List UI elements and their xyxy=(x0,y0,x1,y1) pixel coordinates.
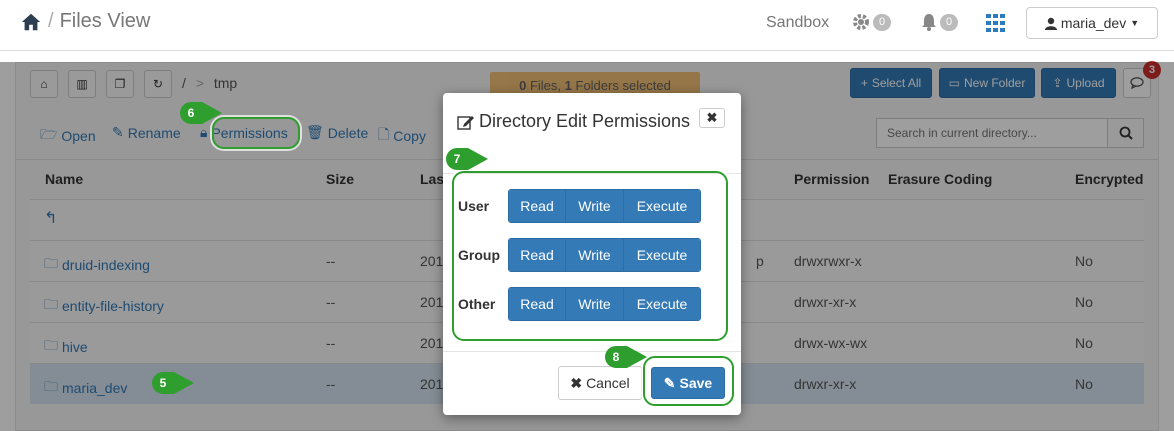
views-menu[interactable] xyxy=(986,14,1006,32)
dialog-title-text: Directory Edit Permissions xyxy=(479,111,691,131)
username: maria_dev xyxy=(1060,15,1127,31)
user-menu-button[interactable]: maria_dev ▼ xyxy=(1026,7,1158,39)
settings-indicator[interactable]: 0 xyxy=(851,12,892,32)
step-8-number: 8 xyxy=(612,350,620,364)
step-7-number: 7 xyxy=(453,152,461,166)
step-marker-6: 6 xyxy=(180,102,222,124)
footer-divider xyxy=(443,351,741,352)
step-marker-8: 8 xyxy=(605,346,647,368)
close-icon: ✖ xyxy=(570,374,583,391)
dialog-title: Directory Edit Permissions xyxy=(457,111,690,132)
grid-icon xyxy=(986,14,1005,32)
top-navbar: / Files View Sandbox 0 0 maria_dev ▼ xyxy=(0,0,1174,51)
caret-down-icon: ▼ xyxy=(1130,18,1140,28)
gear-icon xyxy=(853,14,869,30)
alerts-badge: 0 xyxy=(940,13,959,31)
alerts-indicator[interactable]: 0 xyxy=(920,12,959,32)
user-icon xyxy=(1044,17,1057,30)
bell-icon xyxy=(922,14,936,31)
brand-separator: / xyxy=(48,10,54,32)
step-5-number: 5 xyxy=(159,376,167,390)
step-marker-7: 7 xyxy=(446,148,488,170)
permissions-grid-highlight xyxy=(452,171,728,341)
save-highlight xyxy=(643,356,734,406)
cancel-button[interactable]: ✖ Cancel xyxy=(558,366,642,400)
edit-icon xyxy=(457,115,474,130)
close-icon: ✖ xyxy=(706,110,718,125)
permissions-highlight xyxy=(212,117,300,149)
step-marker-5: 5 xyxy=(152,372,194,394)
close-button[interactable]: ✖ xyxy=(699,108,725,128)
page-title: Files View xyxy=(59,10,151,32)
settings-badge: 0 xyxy=(873,13,892,31)
home-icon xyxy=(21,13,41,30)
sandbox-label[interactable]: Sandbox xyxy=(766,14,829,32)
brand[interactable]: / Files View xyxy=(20,10,150,33)
cancel-label: Cancel xyxy=(586,375,630,391)
step-6-number: 6 xyxy=(187,106,195,120)
